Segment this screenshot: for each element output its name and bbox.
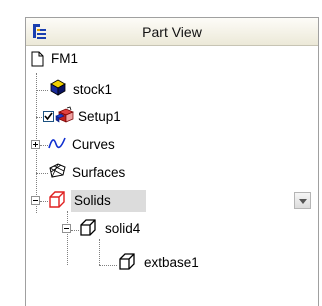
checkmark-icon xyxy=(44,112,53,121)
tree-item-label: Surfaces xyxy=(72,165,126,180)
expand-curves-toggle[interactable] xyxy=(31,140,40,149)
tree-item-setup1[interactable]: Setup1 xyxy=(26,105,318,129)
tree-item-solids[interactable]: Solids xyxy=(26,189,318,213)
tree-item-surfaces[interactable]: Surfaces xyxy=(26,161,318,185)
stock-icon xyxy=(50,79,66,96)
tree-item-label: extbase1 xyxy=(144,255,199,270)
setup1-checkbox[interactable] xyxy=(43,111,54,122)
tree-root-fm1[interactable]: FM1 xyxy=(26,47,318,71)
tree-item-stock1[interactable]: stock1 xyxy=(26,78,318,102)
surfaces-icon xyxy=(49,163,66,178)
tree-item-label: Curves xyxy=(72,137,115,152)
collapse-solids-toggle[interactable] xyxy=(31,196,40,205)
tree-item-label: FM1 xyxy=(51,51,78,66)
tree-item-label: solid4 xyxy=(105,221,141,236)
solids-dropdown-button[interactable] xyxy=(294,192,311,209)
tree-item-label: Solids xyxy=(74,193,111,208)
curves-icon xyxy=(48,137,66,149)
tree-item-extbase1[interactable]: extbase1 xyxy=(26,251,318,275)
solid-icon xyxy=(80,219,96,236)
feature-icon xyxy=(119,253,135,270)
panel-title: Part View xyxy=(142,24,202,40)
collapse-solid4-toggle[interactable] xyxy=(62,224,71,233)
tree-item-label: stock1 xyxy=(73,82,113,97)
solids-icon xyxy=(49,191,65,208)
part-view-panel: Part View FM1 stock1 Setup1 Curves Surfa… xyxy=(25,17,319,306)
panel-header: Part View xyxy=(26,18,318,46)
tree-item-solid4[interactable]: solid4 xyxy=(26,217,318,241)
tree-item-curves[interactable]: Curves xyxy=(26,133,318,157)
setup-icon xyxy=(55,106,74,123)
part-tree[interactable]: FM1 stock1 Setup1 Curves Surfaces Solids… xyxy=(26,47,318,306)
tree-item-label: Setup1 xyxy=(78,109,121,124)
document-icon xyxy=(31,51,44,67)
